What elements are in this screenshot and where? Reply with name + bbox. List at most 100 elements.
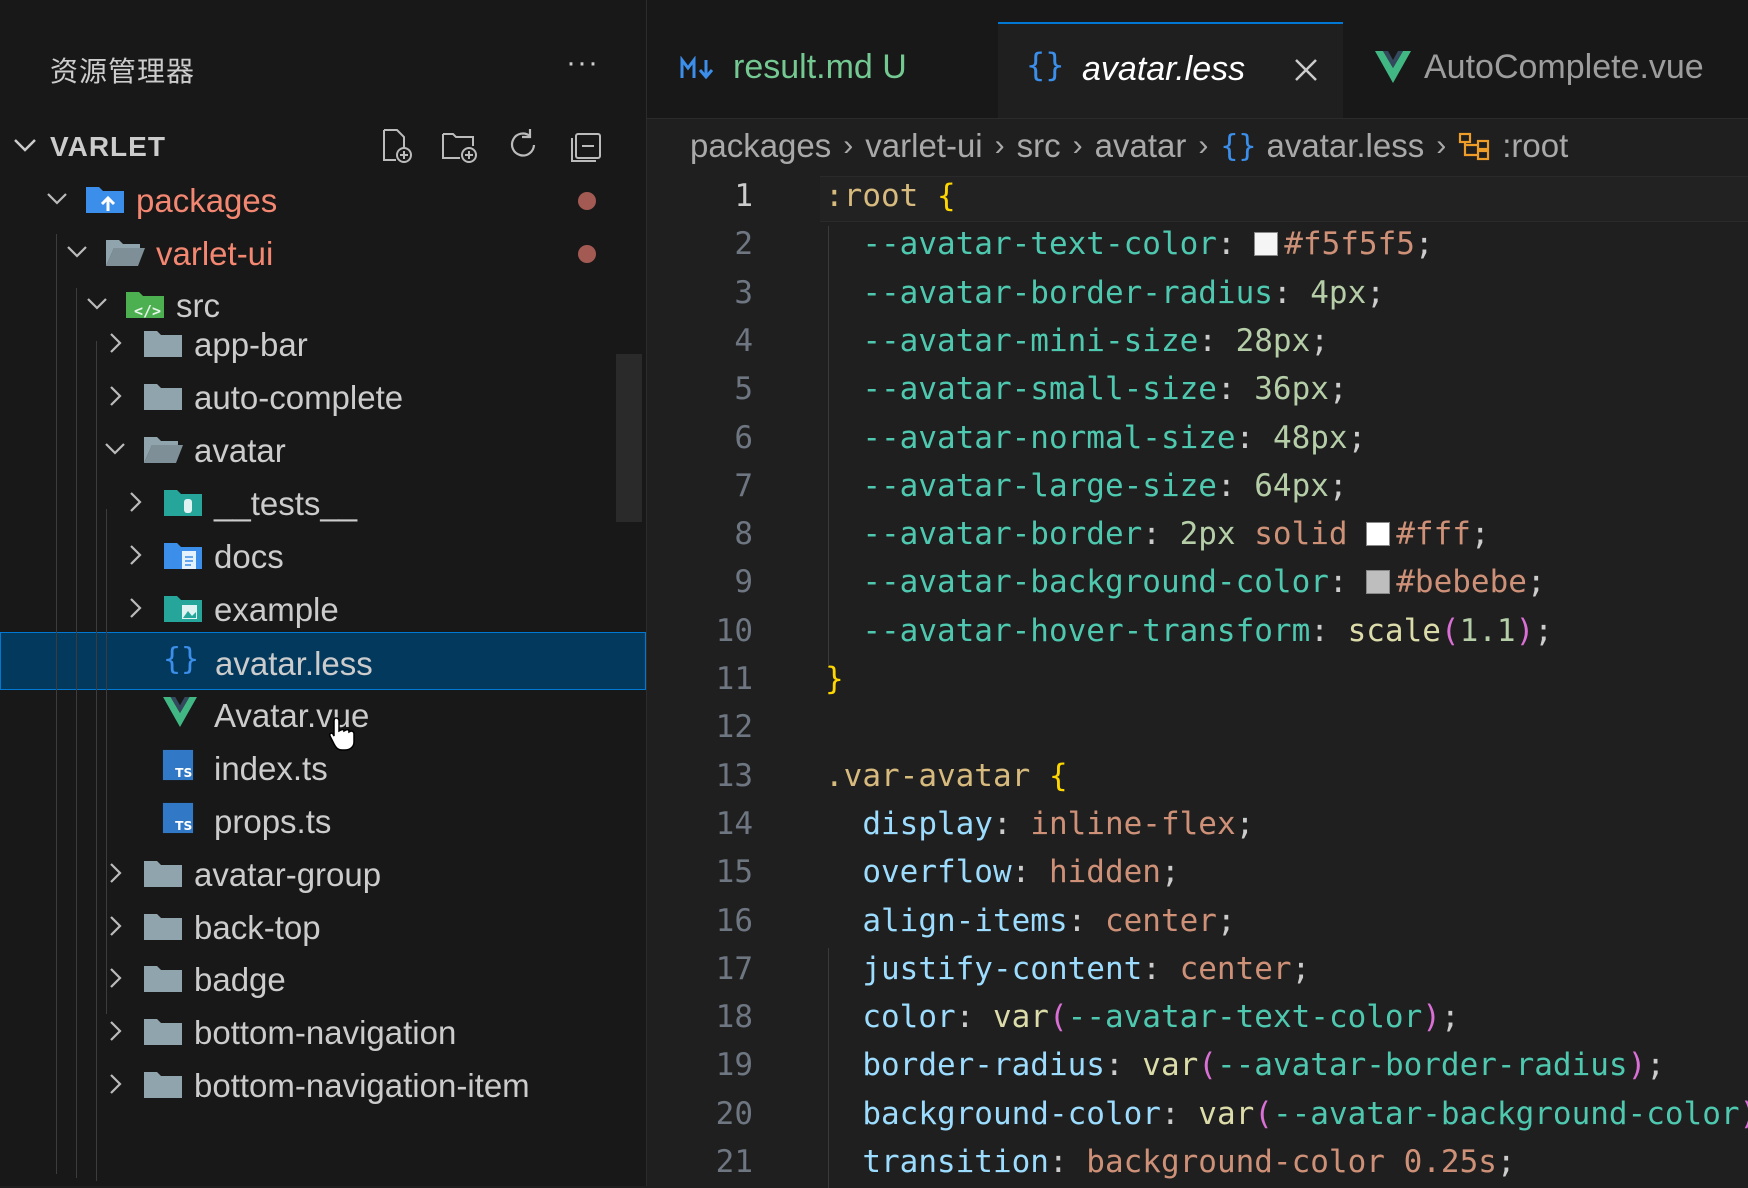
new-file-icon[interactable] — [376, 126, 414, 164]
tree-item-label: props.ts — [214, 803, 332, 840]
line-number: 20 — [715, 1095, 753, 1132]
chevron-right-icon[interactable] — [122, 542, 148, 568]
tree-item-label: example — [214, 591, 339, 628]
chevron-right-icon[interactable] — [122, 595, 148, 621]
line-number: 5 — [734, 371, 753, 408]
code-token: 36px — [1254, 371, 1329, 408]
code-token: ; — [1366, 274, 1385, 311]
code-token: ) — [1422, 999, 1441, 1036]
project-header[interactable]: VARLET — [0, 120, 646, 172]
vue-icon — [1375, 51, 1411, 83]
chevron-right-icon[interactable] — [102, 1018, 128, 1044]
tab-result-md[interactable]: result.md U — [647, 22, 997, 118]
code-token: ; — [1414, 226, 1434, 263]
line-number: 2 — [734, 226, 753, 263]
line-number: 4 — [734, 322, 753, 359]
breadcrumb-item[interactable]: varlet-ui — [865, 127, 982, 165]
code-token: ; — [1646, 1047, 1665, 1084]
chevron-right-icon[interactable] — [122, 489, 148, 515]
chevron-down-icon[interactable] — [44, 186, 70, 212]
code-token: 1.1 — [1459, 612, 1516, 649]
code-token: : — [1142, 950, 1180, 987]
tree-item-label: badge — [194, 961, 286, 998]
close-icon[interactable] — [1292, 56, 1320, 84]
code-token: background-color 0.25s — [1086, 1144, 1497, 1180]
chevron-right-icon[interactable] — [102, 330, 128, 356]
color-swatch[interactable] — [1366, 522, 1391, 547]
code-line: } — [825, 661, 844, 697]
tab-avatar-less[interactable]: {} avatar.less — [998, 22, 1343, 118]
tree-item[interactable]: varlet-ui — [0, 223, 646, 281]
explorer-actions — [376, 126, 606, 164]
breadcrumb-item[interactable]: :root — [1502, 127, 1568, 165]
new-folder-icon[interactable] — [440, 126, 478, 164]
tab-autocomplete-vue[interactable]: AutoComplete.vue — [1344, 22, 1748, 118]
indent-guide — [106, 509, 107, 1014]
code-line: align-items: center; — [825, 902, 1235, 939]
line-number: 12 — [715, 709, 753, 746]
code-token: : — [1272, 274, 1311, 311]
code-token: 28px — [1235, 322, 1311, 359]
indent-guide — [828, 948, 829, 1188]
code-token: ; — [1470, 516, 1490, 553]
indent-guide — [828, 226, 829, 666]
code-token: var — [992, 999, 1049, 1036]
explorer-title: 资源管理器 — [50, 56, 196, 87]
code-token: justify-content — [825, 950, 1143, 987]
collapse-all-icon[interactable] — [568, 126, 606, 164]
code-line: background-color: var(--avatar-backgroun… — [825, 1096, 1748, 1132]
tree-item[interactable]: packages — [0, 170, 646, 228]
code-line: --avatar-background-color: #bebebe; — [825, 564, 1545, 600]
line-number: 9 — [734, 564, 753, 601]
code-token: ; — [1347, 419, 1367, 456]
code-editor[interactable]: 1:root {2 --avatar-text-color: #f5f5f5; 3… — [647, 176, 1748, 1188]
more-actions-button[interactable]: ··· — [566, 46, 599, 80]
chevron-down-icon[interactable] — [64, 239, 90, 265]
code-token: ; — [1328, 467, 1348, 504]
code-token: } — [825, 661, 844, 697]
breadcrumb-item[interactable]: avatar.less — [1266, 127, 1424, 165]
code-token: ; — [1235, 805, 1255, 842]
code-line: --avatar-normal-size: 48px; — [825, 420, 1366, 456]
code-token: : — [1160, 1095, 1199, 1132]
code-token: #f5f5f5 — [1284, 226, 1415, 263]
breadcrumb-item[interactable]: avatar — [1095, 127, 1187, 165]
chevron-right-icon: › — [1072, 129, 1083, 162]
vue-file-icon — [162, 696, 204, 732]
breadcrumb-item[interactable]: packages — [690, 127, 831, 165]
chevron-down-icon[interactable] — [102, 436, 128, 462]
breadcrumb-item[interactable]: src — [1017, 127, 1061, 165]
line-number: 1 — [734, 178, 753, 214]
svg-text:TS: TS — [175, 819, 192, 833]
tree-item-label: packages — [136, 182, 278, 219]
sidebar-scrollbar[interactable] — [616, 354, 642, 522]
line-number: 13 — [715, 757, 753, 794]
code-token: display — [825, 805, 993, 842]
code-line: overflow: hidden; — [825, 854, 1180, 891]
refresh-icon[interactable] — [504, 126, 542, 164]
less-file-icon: {} — [163, 642, 200, 677]
code-token: border-radius — [825, 1047, 1105, 1084]
tree-item-label: index.ts — [214, 750, 328, 787]
code-line: justify-content: center; — [825, 951, 1310, 987]
code-token: #fff — [1396, 516, 1471, 553]
code-token: : — [955, 999, 993, 1036]
code-token: ) — [1627, 1047, 1647, 1084]
code-token: align-items — [825, 902, 1068, 939]
color-swatch[interactable] — [1366, 570, 1391, 595]
markdown-icon — [680, 56, 714, 80]
line-number: 10 — [715, 612, 753, 649]
chevron-right-icon[interactable] — [102, 1071, 128, 1097]
chevron-right-icon: › — [1436, 129, 1447, 162]
folder-icon — [142, 960, 184, 996]
code-token: background-color — [825, 1095, 1161, 1132]
code-token: ) — [1515, 612, 1535, 649]
color-swatch[interactable] — [1254, 232, 1279, 257]
chevron-right-icon[interactable] — [102, 383, 128, 409]
typescript-file-icon: TS — [162, 802, 204, 838]
code-token: : — [1216, 371, 1255, 408]
code-token: ; — [1160, 854, 1180, 891]
chevron-right-icon: › — [994, 129, 1005, 162]
code-token: :root — [825, 178, 937, 214]
code-token: : — [1048, 1144, 1087, 1180]
